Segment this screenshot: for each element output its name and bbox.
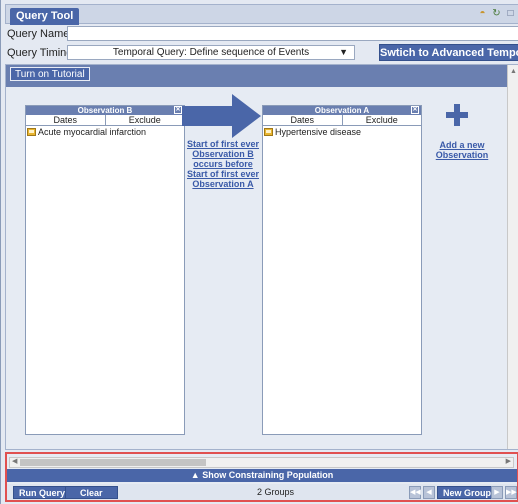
observation-b-title-bar: Observation B ✕ [26,106,184,115]
query-timing-label: Query Timing: [7,47,76,59]
observation-a-item-label: Hypertensive disease [275,127,362,137]
observation-b-columns: Dates Exclude [26,115,184,126]
sequence-arrow-icon [182,94,261,138]
sequence-line: Start of first ever [186,139,260,149]
observation-a-title: Observation A [314,106,370,115]
query-timing-select[interactable]: Temporal Query: Define sequence of Event… [67,45,355,60]
observation-b-panel[interactable]: Observation B ✕ Dates Exclude Acute myoc… [25,105,185,435]
horizontal-scrollbar[interactable]: ◀ ▶ [9,457,514,468]
scrollbar-thumb[interactable] [20,459,206,466]
advanced-temporal-query-button[interactable]: Swtich to Advanced Temporal Query [379,44,518,61]
query-tool-window: Query Tool ◓ ↻ □ Query Name: Query Timin… [0,0,518,504]
dates-column[interactable]: Dates [263,115,342,125]
clear-button[interactable]: Clear [65,486,118,499]
list-item[interactable]: Acute myocardial infarction [26,126,184,138]
scroll-right-icon[interactable]: ▶ [506,457,511,465]
sequence-line: occurs before [193,159,253,169]
exclude-column[interactable]: Exclude [341,115,422,125]
query-name-row: Query Name: [5,25,518,43]
sequence-line: Observation B [192,149,254,159]
scroll-left-icon[interactable]: ◀ [12,457,17,465]
observation-a-title-bar: Observation A ✕ [263,106,421,115]
refresh-icon[interactable]: ↻ [491,8,502,19]
tutorial-button[interactable]: Turn on Tutorial [10,67,90,81]
observation-b-item-label: Acute myocardial infarction [38,127,147,137]
sequence-description-link[interactable]: Start of first ever Observation B occurs… [184,139,262,189]
plus-icon[interactable] [446,104,468,126]
query-tool-tab[interactable]: Query Tool [10,8,80,25]
workspace-header: Turn on Tutorial [6,65,518,87]
show-constraining-population-button[interactable]: ▲ Show Constraining Population [7,469,517,482]
title-bar: Query Tool ◓ ↻ □ [5,4,518,25]
query-name-input[interactable] [67,26,518,41]
sequence-line: Observation A [192,179,254,189]
query-timing-row: Query Timing: Temporal Query: Define seq… [5,44,518,62]
first-group-icon[interactable]: ◀◀ [409,486,421,499]
query-timing-value: Temporal Query: Define sequence of Event… [112,47,310,58]
observation-a-panel[interactable]: Observation A ✕ Dates Exclude Hypertensi… [262,105,422,435]
folder-icon [27,128,36,136]
query-name-label: Query Name: [7,28,73,40]
observation-b-title: Observation B [77,106,133,115]
chevron-down-icon: ▼ [339,47,348,57]
run-query-button[interactable]: Run Query [13,486,72,499]
last-group-icon[interactable]: ▶▶ [505,486,517,499]
sequence-line: Start of first ever [186,169,260,179]
exclude-column[interactable]: Exclude [104,115,185,125]
folder-icon [264,128,273,136]
window-icon[interactable]: □ [505,8,516,19]
close-icon[interactable]: ✕ [174,106,182,114]
help-icon[interactable]: ◓ [477,8,488,19]
list-item[interactable]: Hypertensive disease [263,126,421,138]
add-observation-line: Add a new [439,140,485,150]
title-bar-icons: ◓ ↻ □ [477,8,516,19]
close-icon[interactable]: ✕ [411,106,419,114]
bottom-controls-region: ◀ ▶ ▲ Show Constraining Population Run Q… [5,452,518,502]
add-observation-link[interactable]: Add a new Observation [431,140,493,160]
dates-column[interactable]: Dates [26,115,105,125]
vertical-scrollbar[interactable]: ▲ [507,65,518,449]
scroll-up-icon[interactable]: ▲ [510,68,517,75]
groups-count: 2 Groups [257,487,295,497]
next-group-icon[interactable]: ▶ [491,486,503,499]
new-group-button[interactable]: New Group [437,486,498,499]
previous-group-icon[interactable]: ◀ [423,486,435,499]
footer-bar: Run Query Clear 2 Groups ◀◀ ◀ New Group … [7,484,517,500]
observation-a-columns: Dates Exclude [263,115,421,126]
add-observation-line: Observation [435,150,489,160]
